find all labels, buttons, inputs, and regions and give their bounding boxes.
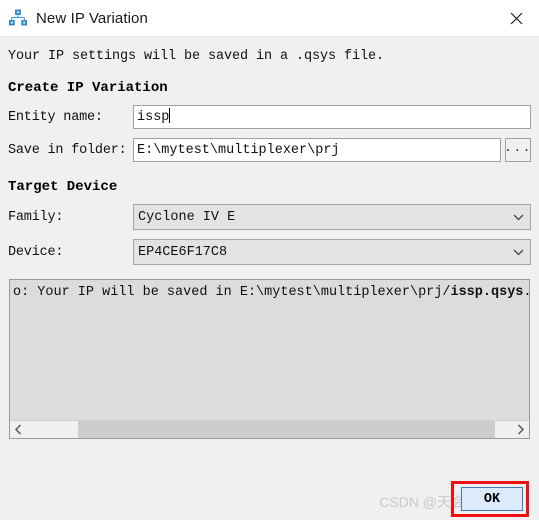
section-heading-create-ip-variation: Create IP Variation: [8, 80, 168, 96]
save-in-folder-input[interactable]: E:\mytest\multiplexer\prj: [133, 138, 501, 162]
chevron-left-icon: [15, 424, 22, 435]
message-filename: issp.qsys: [450, 285, 524, 300]
intro-text: Your IP settings will be saved in a .qsy…: [8, 49, 385, 64]
family-label: Family:: [8, 209, 64, 225]
save-in-folder-row: Save in folder: E:\mytest\multiplexer\pr…: [0, 138, 539, 162]
message-line: o: Your IP will be saved in E:\mytest\mu…: [10, 280, 529, 420]
scrollbar-thumb[interactable]: [77, 421, 496, 438]
save-in-folder-value: E:\mytest\multiplexer\prj: [137, 143, 340, 158]
family-select[interactable]: Cyclone IV E: [133, 204, 531, 230]
family-row: Family: Cyclone IV E: [0, 204, 539, 230]
chevron-down-icon: [506, 205, 530, 229]
family-value: Cyclone IV E: [138, 209, 236, 225]
entity-name-label: Entity name:: [8, 109, 103, 125]
horizontal-scrollbar[interactable]: [10, 420, 529, 438]
message-prefix: o: Your IP will be saved in E:\mytest\mu…: [13, 285, 451, 300]
device-label: Device:: [8, 244, 64, 260]
scroll-left-button[interactable]: [10, 421, 27, 438]
scrollbar-track[interactable]: [27, 421, 512, 438]
message-pane: o: Your IP will be saved in E:\mytest\mu…: [9, 279, 530, 439]
browse-folder-button[interactable]: ...: [504, 138, 531, 162]
entity-name-input[interactable]: issp: [133, 105, 531, 129]
dialog-footer: CSDN @天会晴就会暗 OK: [0, 478, 539, 520]
window-titlebar: New IP Variation: [0, 0, 539, 37]
window-title: New IP Variation: [36, 9, 148, 27]
device-row: Device: EP4CE6F17C8: [0, 239, 539, 265]
text-caret: [169, 108, 171, 123]
device-value: EP4CE6F17C8: [138, 244, 228, 260]
hierarchy-icon: [9, 9, 27, 26]
chevron-right-icon: [517, 424, 524, 435]
entity-name-value: issp: [137, 110, 170, 125]
save-in-folder-label: Save in folder:: [8, 142, 127, 158]
ok-button[interactable]: OK: [461, 487, 523, 511]
section-heading-target-device: Target Device: [8, 179, 118, 195]
chevron-down-icon: [506, 240, 530, 264]
message-suffix: .: [523, 285, 529, 300]
close-button[interactable]: [493, 0, 539, 36]
scroll-right-button[interactable]: [512, 421, 529, 438]
close-icon: [510, 12, 522, 24]
entity-name-row: Entity name: issp: [0, 105, 539, 129]
dialog-body: Your IP settings will be saved in a .qsy…: [0, 37, 539, 439]
device-select[interactable]: EP4CE6F17C8: [133, 239, 531, 265]
